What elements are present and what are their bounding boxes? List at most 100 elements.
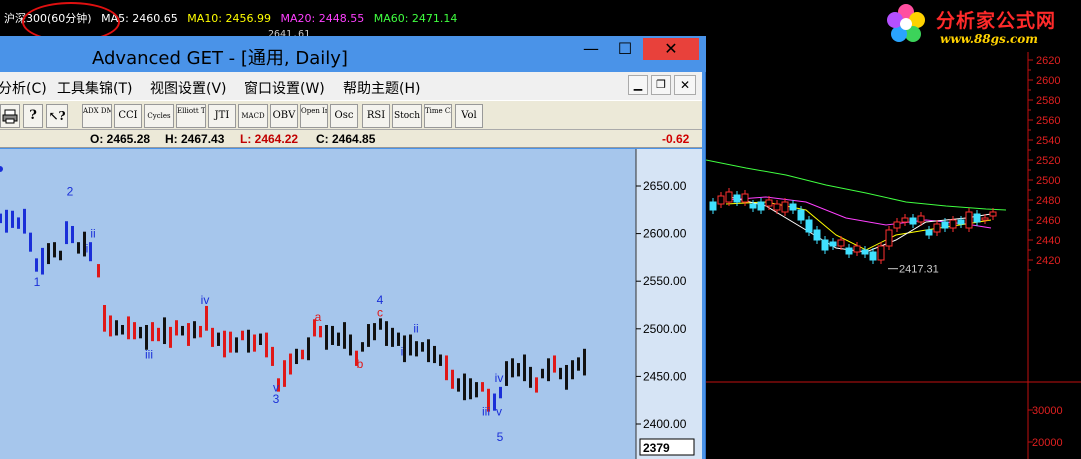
price-bar-body xyxy=(169,326,172,348)
price-bar xyxy=(109,315,112,337)
ohlc-readout: O: 2465.28 H: 2467.43 L: 2464.22 C: 2464… xyxy=(0,130,702,148)
price-bar-body xyxy=(403,335,406,363)
price-bar xyxy=(223,330,226,358)
rsi-button[interactable]: RSI xyxy=(362,104,390,128)
price-bar-body xyxy=(53,242,56,258)
price-bar-body xyxy=(17,217,20,229)
y-tick-label: 2650.00 xyxy=(643,179,687,193)
price-bar xyxy=(409,334,412,356)
low-value: L: 2464.22 xyxy=(240,132,299,146)
print-icon[interactable] xyxy=(0,104,20,128)
candle-body xyxy=(933,223,941,233)
price-bar xyxy=(433,345,436,364)
price-bar-body xyxy=(415,341,418,357)
price-bar-body xyxy=(247,329,250,353)
close-button[interactable]: ✕ xyxy=(643,38,699,60)
price-bar xyxy=(115,320,118,336)
ma10-value: MA10: 2456.99 xyxy=(187,12,271,25)
wave-label: c xyxy=(377,305,383,319)
mdi-minimize-button[interactable]: ▁ xyxy=(628,75,648,95)
cci-button[interactable]: CCI xyxy=(114,104,142,128)
price-bar xyxy=(193,321,196,339)
menu-view-settings[interactable]: 视图设置(V) xyxy=(150,78,227,98)
osc-button[interactable]: Osc xyxy=(330,104,358,128)
price-bar-body xyxy=(47,243,50,265)
price-bar-body xyxy=(35,258,38,272)
price-bar xyxy=(337,332,340,346)
price-bar-body xyxy=(469,378,472,400)
right-tick-label: 2560 xyxy=(1036,115,1060,127)
jti-button[interactable]: JTI xyxy=(208,104,236,128)
vol-button[interactable]: Vol xyxy=(455,104,483,128)
price-bar-body xyxy=(229,331,232,353)
cycles-button[interactable]: Cycles xyxy=(144,104,174,128)
mdi-close-button[interactable]: ✕ xyxy=(674,75,696,95)
menu-tools[interactable]: 工具集锦(T) xyxy=(57,78,132,98)
price-bar xyxy=(463,373,466,401)
price-bar-body xyxy=(139,326,142,339)
window-titlebar[interactable]: Advanced GET - [通用, Daily] — ☐ ✕ xyxy=(0,36,706,72)
mdi-restore-button[interactable]: ❐ xyxy=(651,75,671,95)
price-bar-body xyxy=(29,232,32,252)
adx-dmi-button[interactable]: ADX DMI xyxy=(82,104,112,128)
candle-body xyxy=(869,251,877,261)
price-bar-body xyxy=(583,348,586,376)
menu-help[interactable]: 帮助主题(H) xyxy=(343,78,420,98)
open-int-button[interactable]: Open Int xyxy=(300,104,328,128)
price-bar xyxy=(415,341,418,357)
price-bar xyxy=(29,232,32,252)
y-tick-label: 2450.00 xyxy=(643,369,687,383)
right-tick-label: 2500 xyxy=(1036,175,1060,187)
price-bar xyxy=(523,354,526,382)
help-icon[interactable]: ? xyxy=(23,104,43,128)
elliott-trig-button[interactable]: Elliott Trig xyxy=(176,104,206,128)
minimize-button[interactable]: — xyxy=(576,38,606,60)
price-bar-body xyxy=(59,250,62,261)
ma5-value: MA5: 2460.65 xyxy=(101,12,178,25)
change-value: -0.62 xyxy=(662,132,690,146)
price-bar-body xyxy=(121,324,124,335)
price-bar xyxy=(529,366,532,388)
candle-body xyxy=(973,213,981,223)
price-bar xyxy=(325,324,328,350)
macd-button[interactable]: MACD xyxy=(238,104,268,128)
price-bar xyxy=(565,364,568,390)
menu-analysis[interactable]: 分析(C) xyxy=(0,78,47,98)
obv-button[interactable]: OBV xyxy=(270,104,298,128)
menu-window-settings[interactable]: 窗口设置(W) xyxy=(244,78,325,98)
price-bar-body xyxy=(253,334,256,352)
price-bar xyxy=(481,382,484,392)
candle-body xyxy=(941,221,949,229)
price-bar-body xyxy=(0,213,2,224)
price-bar xyxy=(139,326,142,339)
price-bar-body xyxy=(379,318,382,330)
elliott-wave-chart[interactable]: 2650.00 2600.00 2550.00 2500.00 2450.00 2400.… xyxy=(0,149,702,459)
right-tick-label: 2580 xyxy=(1036,95,1060,107)
price-bar xyxy=(127,316,130,340)
context-help-icon[interactable]: ↖? xyxy=(46,104,68,128)
maximize-button[interactable]: ☐ xyxy=(610,38,640,60)
price-bar xyxy=(97,264,100,278)
price-bar-body xyxy=(535,377,538,393)
price-bar-body xyxy=(559,367,562,380)
price-bar-body xyxy=(145,324,148,350)
candle-body xyxy=(725,191,733,203)
indicator-toolbar: ? ↖? ADX DMI CCI Cycles Elliott Trig JTI… xyxy=(0,100,702,130)
candle-body xyxy=(853,245,861,253)
price-bar xyxy=(385,321,388,346)
wave-label: iv xyxy=(495,371,504,385)
price-bar xyxy=(307,337,310,361)
candle-body xyxy=(821,239,829,251)
time-clust-button[interactable]: Time Clust xyxy=(424,104,452,128)
price-bar xyxy=(235,337,238,353)
price-bar xyxy=(229,331,232,353)
price-bar xyxy=(541,368,544,379)
price-bar xyxy=(151,322,154,342)
price-bar-body xyxy=(235,337,238,353)
price-bar-body xyxy=(445,355,448,381)
price-bar xyxy=(559,367,562,380)
price-bar xyxy=(373,323,376,341)
stoch-button[interactable]: Stoch xyxy=(392,104,422,128)
price-bar xyxy=(319,325,322,338)
candle-body xyxy=(989,211,997,217)
